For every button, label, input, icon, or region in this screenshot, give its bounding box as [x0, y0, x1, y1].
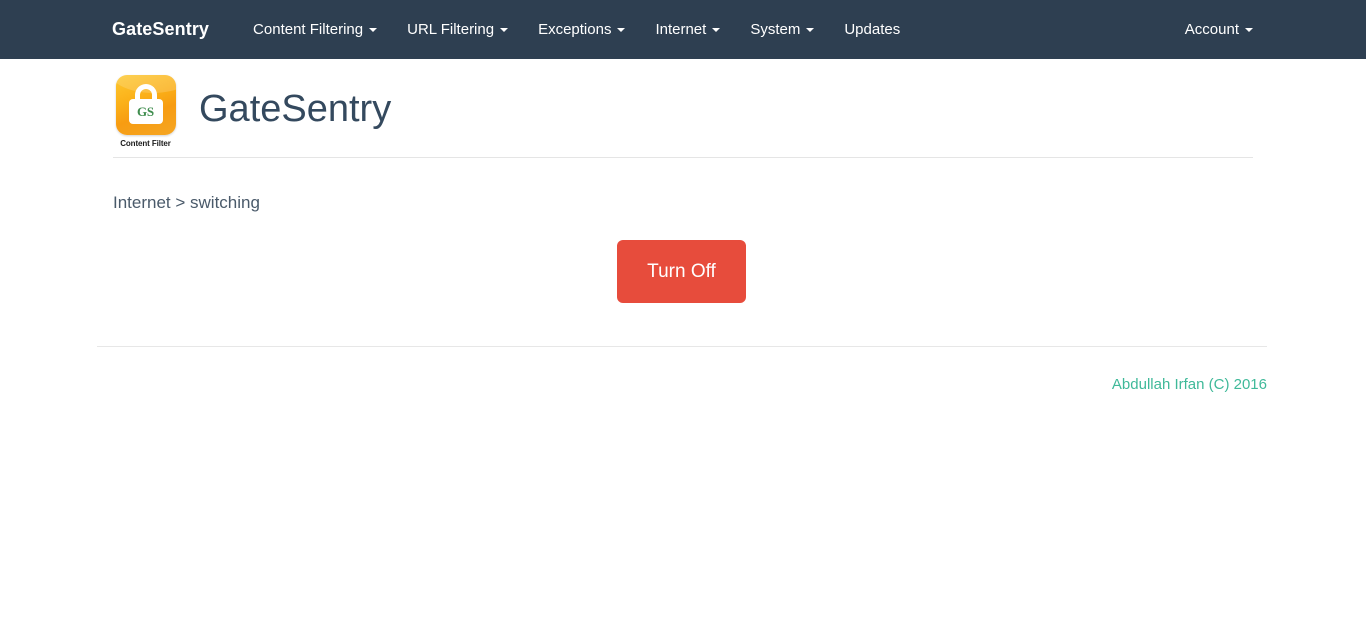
navbar-right-group: Account	[1170, 0, 1268, 59]
navbar-menu: Content Filtering URL Filtering Exceptio…	[238, 0, 915, 59]
chevron-down-icon	[617, 27, 626, 32]
chevron-down-icon	[712, 27, 721, 32]
page-container: GS Content Filter GateSentry Internet > …	[0, 59, 1366, 394]
navbar-brand-link[interactable]: GateSentry	[112, 0, 209, 59]
header-divider	[113, 157, 1253, 158]
nav-item-account[interactable]: Account	[1170, 0, 1268, 59]
navbar-left-group: GateSentry Content Filtering URL Filteri…	[112, 0, 915, 59]
turn-off-button[interactable]: Turn Off	[617, 240, 746, 303]
page-footer: Abdullah Irfan (C) 2016	[97, 347, 1267, 394]
top-navbar: GateSentry Content Filtering URL Filteri…	[0, 0, 1366, 59]
footer-copyright: Abdullah Irfan (C) 2016	[1111, 376, 1267, 393]
nav-item-url-filtering[interactable]: URL Filtering	[392, 0, 523, 59]
chevron-down-icon	[369, 27, 378, 32]
nav-item-label: Content Filtering	[253, 21, 364, 38]
nav-item-label: URL Filtering	[407, 21, 495, 38]
chevron-down-icon	[500, 27, 509, 32]
nav-item-system[interactable]: System	[735, 0, 829, 59]
padlock-body-icon: GS	[128, 98, 163, 124]
padlock-icon: GS	[115, 74, 176, 135]
logo-mark-text: GS	[137, 103, 154, 119]
page-title: GateSentry	[199, 88, 392, 130]
nav-item-label: Updates	[844, 21, 901, 38]
app-logo: GS Content Filter	[113, 74, 178, 148]
nav-item-internet[interactable]: Internet	[640, 0, 735, 59]
chevron-down-icon	[1245, 27, 1253, 32]
nav-item-label: Internet	[655, 21, 707, 38]
action-row: Turn Off	[0, 240, 1366, 303]
nav-item-label: Account	[1184, 21, 1239, 38]
logo-caption: Content Filter	[120, 138, 171, 148]
nav-item-label: Exceptions	[538, 21, 612, 38]
nav-item-updates[interactable]: Updates	[829, 0, 915, 59]
chevron-down-icon	[806, 27, 815, 32]
breadcrumb: Internet > switching	[113, 193, 260, 212]
footer-spacer	[0, 303, 1366, 346]
nav-item-label: System	[750, 21, 801, 38]
nav-item-content-filtering[interactable]: Content Filtering	[238, 0, 392, 59]
page-header: GS Content Filter GateSentry	[113, 59, 1366, 157]
nav-item-exceptions[interactable]: Exceptions	[523, 0, 640, 59]
